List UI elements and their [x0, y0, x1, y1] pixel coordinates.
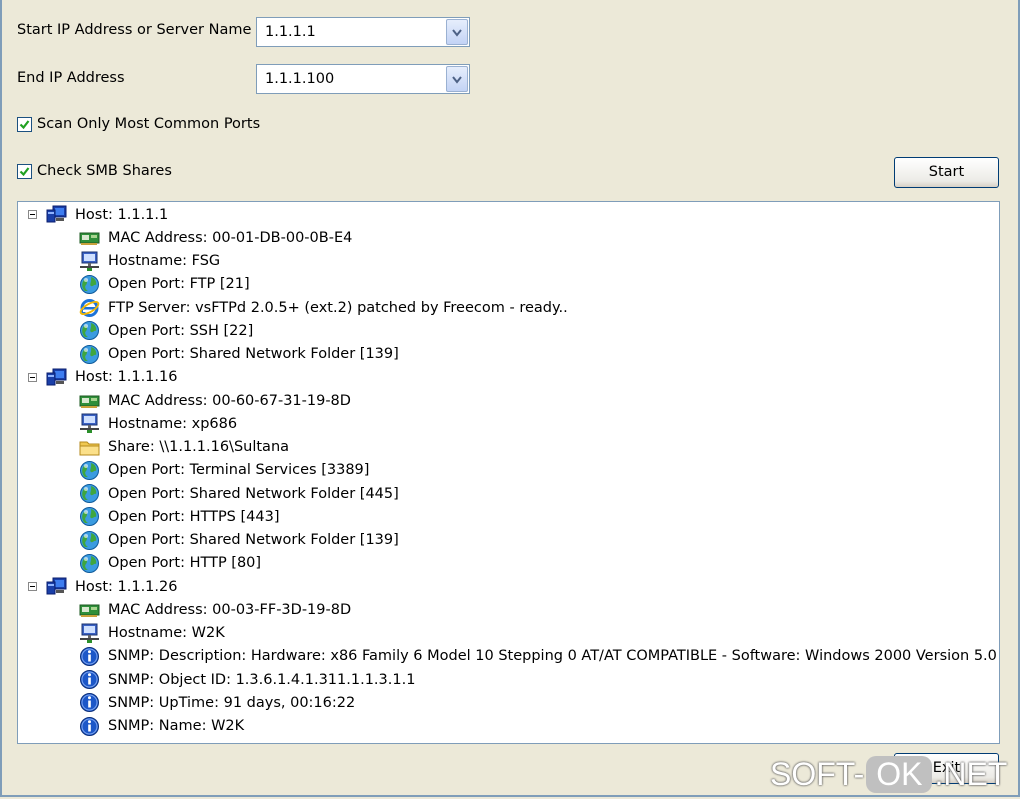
tree-item-label: SNMP: Object ID: 1.3.6.1.4.1.311.1.1.3.1… — [108, 671, 416, 688]
tree-item-label: Open Port: HTTP [80] — [108, 555, 262, 572]
tree-host-label: Host: 1.1.1.1 — [75, 206, 169, 223]
tree-item[interactable]: Open Port: Shared Network Folder [139] — [79, 529, 399, 552]
tree-item[interactable]: Hostname: FSG — [79, 250, 220, 273]
chevron-down-icon — [452, 29, 462, 37]
checkbox-box[interactable] — [17, 163, 32, 179]
tree-item[interactable]: Open Port: FTP [21] — [79, 273, 250, 296]
computer-network-icon — [79, 251, 100, 272]
globe-port-icon — [79, 483, 100, 504]
tree-item-label: Open Port: Shared Network Folder [139] — [108, 346, 399, 362]
tree-item-label: Open Port: FTP [21] — [108, 276, 250, 293]
watermark: SOFT- OK .NET — [770, 756, 1007, 793]
tree-item-label: Hostname: W2K — [108, 625, 225, 641]
tree-item[interactable]: Share: \\1.1.1.16\Sultana — [79, 436, 289, 459]
tree-item-label: Open Port: Shared Network Folder [139] — [108, 532, 399, 548]
globe-port-icon — [79, 506, 100, 527]
start-ip-dropdown-button[interactable] — [446, 19, 468, 45]
end-ip-combobox[interactable]: 1.1.1.100 — [256, 64, 470, 94]
tree-item[interactable]: Open Port: Shared Network Folder [445] — [79, 482, 399, 505]
info-icon — [79, 646, 100, 667]
tree-item[interactable]: FTP Server: vsFTPd 2.0.5+ (ext.2) patche… — [79, 296, 568, 319]
tree-item-label: MAC Address: 00-60-67-31-19-8D — [108, 392, 351, 409]
tree-item[interactable]: SNMP: Name: W2K — [79, 715, 244, 738]
info-icon — [79, 692, 100, 713]
tree-item[interactable]: Open Port: HTTP [80] — [79, 552, 261, 575]
tree-item[interactable]: SNMP: Description: Hardware: x86 Family … — [79, 645, 997, 668]
host-computer-icon — [46, 576, 67, 597]
tree-item-label: Share: \\1.1.1.16\Sultana — [108, 439, 290, 455]
globe-port-icon — [79, 553, 100, 574]
checkbox-box[interactable] — [17, 116, 32, 132]
tree-item[interactable]: Open Port: SSH [22] — [79, 319, 253, 342]
start-ip-label: Start IP Address or Server Name — [17, 22, 252, 38]
info-icon — [79, 669, 100, 690]
tree-host-node[interactable]: Host: 1.1.1.16 — [28, 366, 177, 389]
start-ip-combobox[interactable]: 1.1.1.1 — [256, 17, 470, 47]
collapse-toggle-icon[interactable] — [28, 582, 37, 591]
internet-explorer-icon — [79, 297, 100, 318]
scan-common-ports-label: Scan Only Most Common Ports — [37, 116, 261, 132]
network-card-icon — [79, 390, 100, 411]
collapse-toggle-icon[interactable] — [28, 210, 37, 219]
end-ip-label: End IP Address — [17, 70, 125, 86]
checkmark-icon — [19, 119, 30, 129]
checkmark-icon — [19, 166, 30, 176]
chevron-down-icon — [452, 76, 462, 84]
tree-item-label: FTP Server: vsFTPd 2.0.5+ (ext.2) patche… — [108, 299, 568, 316]
globe-port-icon — [79, 320, 100, 341]
computer-network-icon — [79, 413, 100, 434]
globe-port-icon — [79, 530, 100, 551]
network-card-icon — [79, 599, 100, 620]
end-ip-value[interactable]: 1.1.1.100 — [265, 71, 334, 87]
tree-item[interactable]: Hostname: xp686 — [79, 412, 237, 435]
start-ip-value[interactable]: 1.1.1.1 — [265, 24, 316, 40]
end-ip-dropdown-button[interactable] — [446, 66, 468, 92]
tree-item[interactable]: SNMP: UpTime: 91 days, 00:16:22 — [79, 691, 355, 714]
results-tree[interactable]: Host: 1.1.1.1 MAC Address: 00-01-DB-00-0B… — [17, 201, 1000, 744]
tree-item-label: Open Port: Terminal Services [3389] — [108, 462, 370, 479]
tree-item-label: MAC Address: 00-03-FF-3D-19-8D — [108, 601, 352, 618]
globe-port-icon — [79, 274, 100, 295]
scan-common-ports-checkbox[interactable]: Scan Only Most Common Ports — [17, 116, 260, 132]
folder-icon — [79, 437, 100, 458]
computer-network-icon — [79, 623, 100, 644]
tree-item[interactable]: Open Port: Terminal Services [3389] — [79, 459, 369, 482]
tree-item[interactable]: Open Port: HTTPS [443] — [79, 505, 280, 528]
globe-port-icon — [79, 460, 100, 481]
tree-item[interactable]: Hostname: W2K — [79, 622, 225, 645]
tree-item-label: SNMP: UpTime: 91 days, 00:16:22 — [108, 694, 356, 711]
tree-item[interactable]: MAC Address: 00-01-DB-00-0B-E4 — [79, 226, 352, 249]
check-smb-shares-label: Check SMB Shares — [37, 163, 172, 179]
tree-host-node[interactable]: Host: 1.1.1.1 — [28, 203, 168, 226]
watermark-right: .NET — [934, 756, 1008, 792]
network-card-icon — [79, 227, 100, 248]
start-button[interactable]: Start — [894, 157, 999, 188]
tree-item[interactable]: MAC Address: 00-60-67-31-19-8D — [79, 389, 351, 412]
host-computer-icon — [46, 367, 67, 388]
tree-item[interactable]: SNMP: Object ID: 1.3.6.1.4.1.311.1.1.3.1… — [79, 668, 415, 691]
host-computer-icon — [46, 204, 67, 225]
tree-item-label: Open Port: HTTPS [443] — [108, 508, 280, 525]
tree-item-label: Hostname: xp686 — [108, 415, 238, 432]
tree-item-label: Open Port: Shared Network Folder [445] — [108, 485, 399, 502]
tree-item-label: SNMP: Description: Hardware: x86 Family … — [108, 648, 997, 665]
tree-item[interactable]: Open Port: Shared Network Folder [139] — [79, 343, 399, 366]
watermark-middle: OK — [866, 756, 933, 793]
tree-item-label: Hostname: FSG — [108, 253, 221, 269]
info-icon — [79, 716, 100, 737]
collapse-toggle-icon[interactable] — [28, 372, 37, 382]
tree-host-label: Host: 1.1.1.16 — [75, 369, 178, 386]
tree-item-label: MAC Address: 00-01-DB-00-0B-E4 — [108, 229, 353, 246]
tree-item-label: Open Port: SSH [22] — [108, 322, 254, 339]
tree-item-label: SNMP: Name: W2K — [108, 718, 245, 734]
tree-host-node[interactable]: Host: 1.1.1.26 — [28, 575, 177, 598]
globe-port-icon — [79, 344, 100, 365]
tree-host-label: Host: 1.1.1.26 — [75, 578, 178, 595]
tree-item[interactable]: MAC Address: 00-03-FF-3D-19-8D — [79, 598, 351, 621]
watermark-left: SOFT- — [770, 756, 865, 792]
check-smb-shares-checkbox[interactable]: Check SMB Shares — [17, 163, 172, 179]
